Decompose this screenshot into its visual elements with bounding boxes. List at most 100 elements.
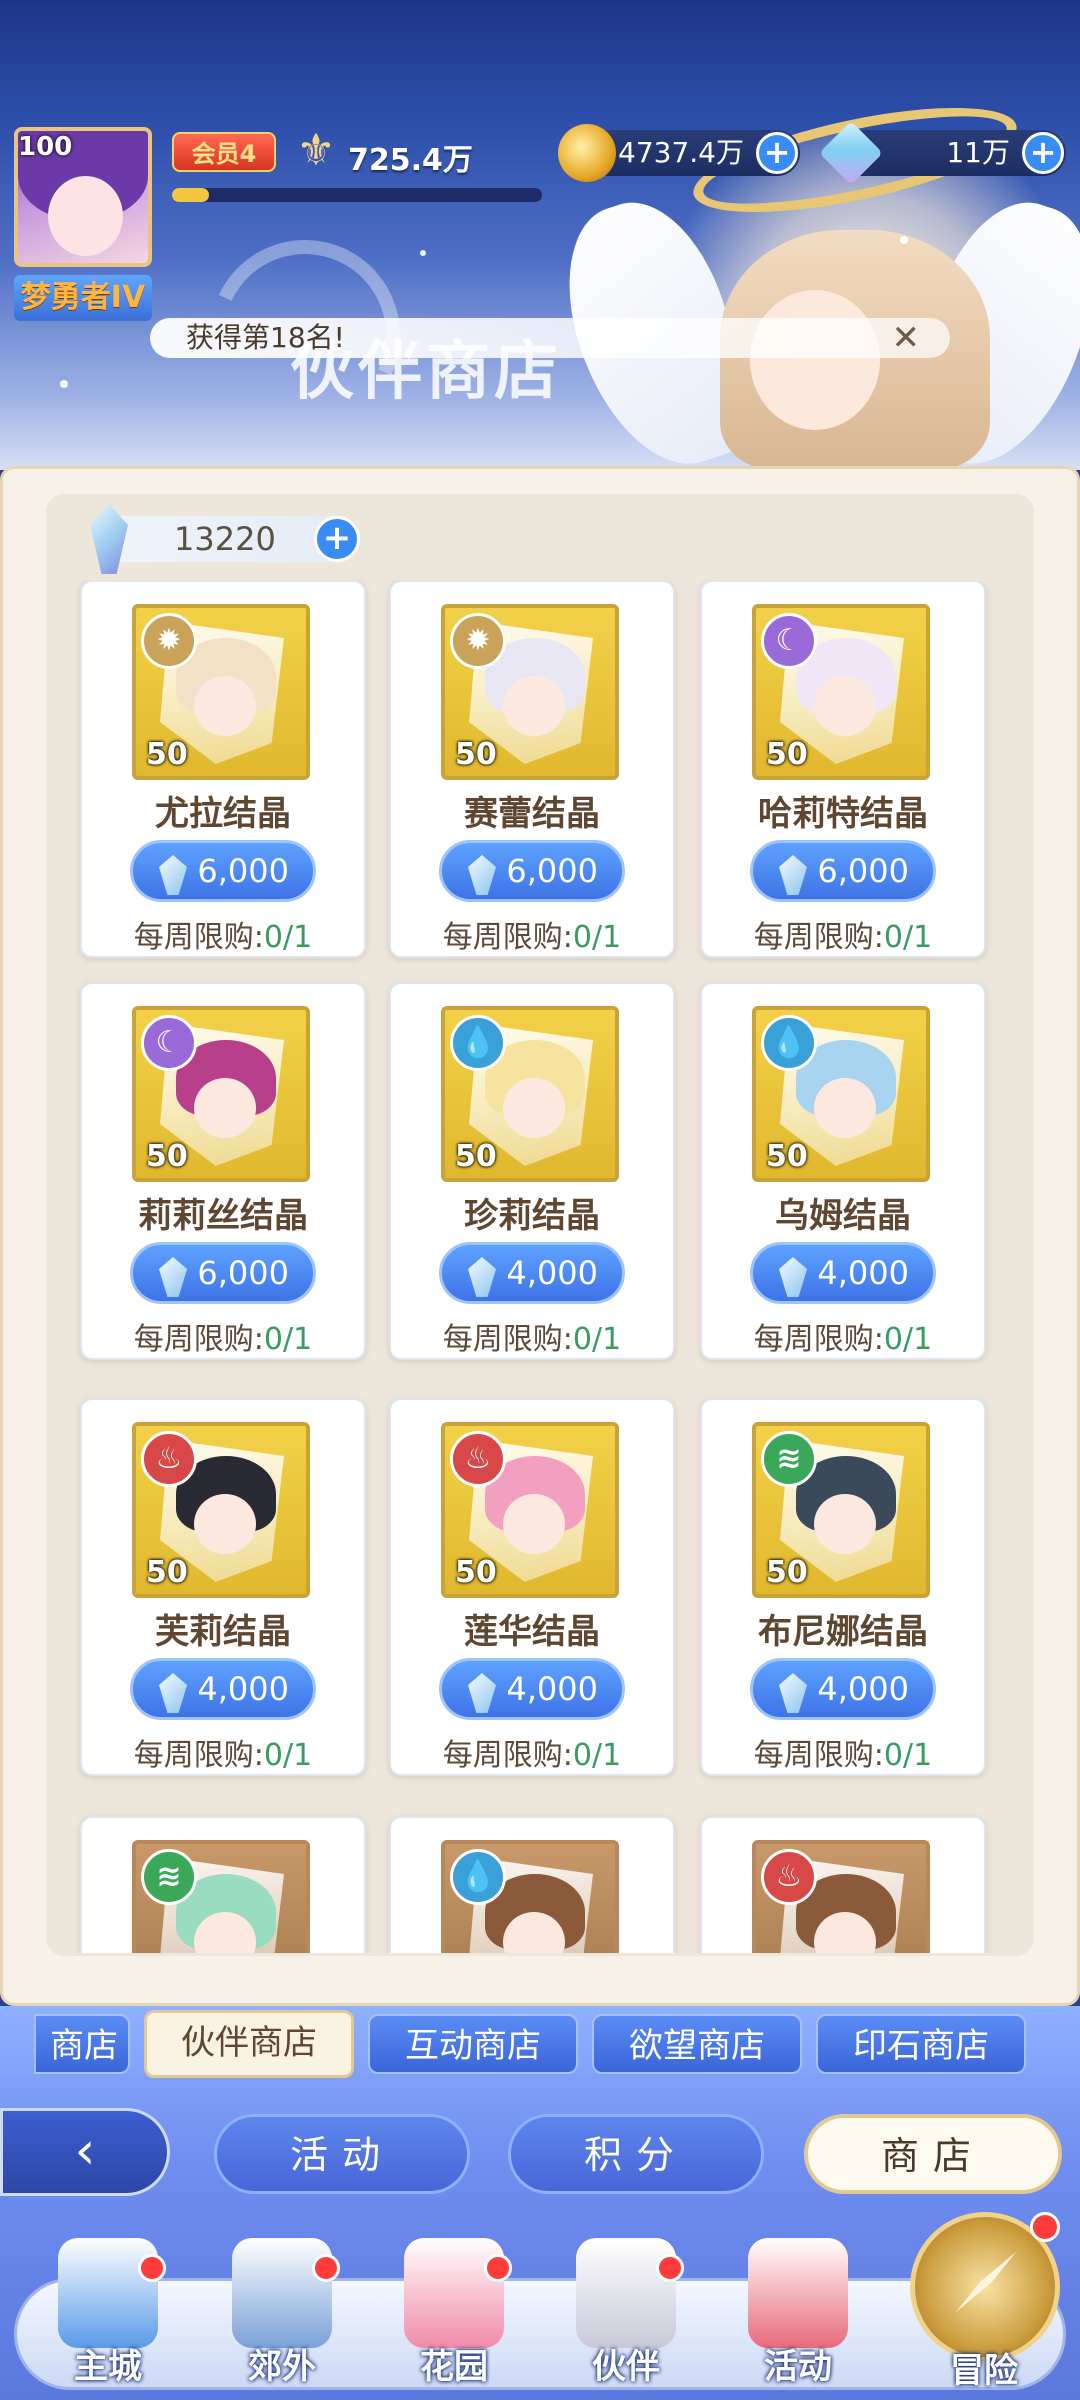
character-face: [814, 1078, 876, 1138]
shop-item-card[interactable]: 💧: [389, 1816, 675, 1953]
avatar-face: [48, 176, 123, 256]
shop-item-card[interactable]: ☾ 50 莉莉丝结晶 6,000 每周限购:0/1: [80, 982, 366, 1360]
weekly-limit-label: 每周限购:: [133, 1738, 264, 1773]
shop-item-grid[interactable]: ✹ 50 尤拉结晶 6,000 每周限购:0/1 ✹ 50 赛蕾结晶 6,000: [48, 580, 1032, 1953]
shop-item-card[interactable]: 💧 50 珍莉结晶 4,000 每周限购:0/1: [389, 982, 675, 1360]
buy-button[interactable]: 4,000: [750, 1242, 936, 1304]
character-face: [503, 676, 565, 736]
item-price: 4,000: [197, 1670, 289, 1708]
tab-desire-shop[interactable]: 欲望商店: [592, 2014, 802, 2074]
moon-element-icon: ☾: [761, 613, 817, 669]
water-element-icon: 💧: [450, 1015, 506, 1071]
buy-button[interactable]: 6,000: [130, 840, 316, 902]
shop-item-card[interactable]: ≋ 50 布尼娜结晶 4,000 每周限购:0/1: [700, 1398, 986, 1776]
dock-item-icon: [232, 2238, 332, 2348]
buy-button[interactable]: 6,000: [750, 840, 936, 902]
tab-partner-shop[interactable]: 伙伴商店: [144, 2010, 354, 2078]
crystal-icon: [468, 1257, 496, 1297]
dock-item-label: 伙伴: [592, 2347, 660, 2387]
player-rank-title[interactable]: 梦勇者IV: [14, 275, 152, 321]
item-level: 50: [766, 1555, 808, 1590]
gem-value: 11万: [946, 136, 1010, 169]
notification-dot: [656, 2254, 684, 2282]
crystal-balance: 13220 +: [90, 504, 360, 574]
buy-button[interactable]: 6,000: [439, 840, 625, 902]
light-element-icon: ✹: [450, 613, 506, 669]
dock-item[interactable]: 活动: [718, 2218, 878, 2400]
item-portrait: ☾ 50: [132, 1006, 310, 1182]
item-portrait: ♨ 50: [441, 1422, 619, 1598]
weekly-limit: 每周限购:0/1: [702, 1730, 984, 1774]
crystal-icon: [159, 855, 187, 895]
add-gem-button[interactable]: +: [1022, 132, 1064, 174]
shop-item-card[interactable]: ♨ 50 莲华结晶 4,000 每周限购:0/1: [389, 1398, 675, 1776]
tab-shop[interactable]: 商店: [34, 2014, 130, 2074]
combat-power-icon: ⚜: [296, 125, 336, 176]
notification-dot: [138, 2254, 166, 2282]
add-gold-button[interactable]: +: [756, 132, 798, 174]
weekly-limit-label: 每周限购:: [753, 920, 884, 955]
item-price: 6,000: [817, 852, 909, 890]
weekly-limit: 每周限购:0/1: [82, 1314, 364, 1358]
dock-item-label: 主城: [74, 2347, 142, 2387]
buy-button[interactable]: 4,000: [750, 1658, 936, 1720]
item-level: 50: [766, 737, 808, 772]
close-icon[interactable]: ✕: [892, 318, 921, 358]
shop-item-card[interactable]: 💧 50 乌姆结晶 4,000 每周限购:0/1: [700, 982, 986, 1360]
notification-dot: [484, 2254, 512, 2282]
gem-resource: 11万 +: [819, 121, 1066, 185]
tab-interaction-shop[interactable]: 互动商店: [368, 2014, 578, 2074]
angel-face: [750, 290, 880, 430]
gold-coin-icon: [558, 124, 616, 182]
dock-item[interactable]: 郊外: [202, 2218, 362, 2400]
light-element-icon: ✹: [141, 613, 197, 669]
character-face: [503, 1078, 565, 1138]
weekly-limit: 每周限购:0/1: [702, 912, 984, 956]
tab-seal-stone-shop[interactable]: 印石商店: [816, 2014, 1026, 2074]
item-name: 莲华结晶: [464, 1612, 600, 1652]
item-portrait: ✹ 50: [132, 604, 310, 780]
dock-item[interactable]: 花园: [374, 2218, 534, 2400]
dock-item-icon: [748, 2238, 848, 2348]
shop-item-card[interactable]: ☾ 50 哈莉特结晶 6,000 每周限购:0/1: [700, 580, 986, 958]
item-name: 珍莉结晶: [464, 1196, 600, 1236]
dock-item-label: 花园: [420, 2347, 488, 2387]
add-crystal-button[interactable]: +: [314, 516, 360, 562]
item-portrait: ≋: [132, 1840, 310, 1953]
weekly-limit-count: 0/1: [263, 920, 313, 955]
shop-item-card[interactable]: ✹ 50 尤拉结晶 6,000 每周限购:0/1: [80, 580, 366, 958]
player-level: 100: [18, 132, 73, 162]
vip-badge[interactable]: 会员4: [172, 132, 276, 172]
buy-button[interactable]: 4,000: [130, 1658, 316, 1720]
dock-item[interactable]: 主城: [28, 2218, 188, 2400]
adventure-button[interactable]: 冒险: [906, 2212, 1062, 2392]
back-button[interactable]: ‹: [0, 2108, 170, 2196]
item-price: 6,000: [197, 852, 289, 890]
item-price: 4,000: [506, 1254, 598, 1292]
shop-item-card[interactable]: ♨: [700, 1816, 986, 1953]
weekly-limit-label: 每周限购:: [753, 1738, 884, 1773]
crystal-icon: [159, 1673, 187, 1713]
activity-button[interactable]: 活动: [214, 2114, 470, 2194]
weekly-limit-count: 0/1: [572, 1322, 622, 1357]
points-button[interactable]: 积分: [508, 2114, 764, 2194]
buy-button[interactable]: 6,000: [130, 1242, 316, 1304]
shop-item-card[interactable]: ♨ 50 芙莉结晶 4,000 每周限购:0/1: [80, 1398, 366, 1776]
weekly-limit-label: 每周限购:: [133, 1322, 264, 1357]
weekly-limit: 每周限购:0/1: [391, 912, 673, 956]
weekly-limit-label: 每周限购:: [442, 1738, 573, 1773]
weekly-limit: 每周限购:0/1: [82, 912, 364, 956]
crystal-balance-value: 13220: [174, 520, 276, 558]
dock-item[interactable]: 伙伴: [546, 2218, 706, 2400]
buy-button[interactable]: 4,000: [439, 1242, 625, 1304]
buy-button[interactable]: 4,000: [439, 1658, 625, 1720]
crystal-icon: [779, 855, 807, 895]
item-portrait: 💧 50: [752, 1006, 930, 1182]
item-level: 50: [146, 1139, 188, 1174]
shop-item-card[interactable]: ✹ 50 赛蕾结晶 6,000 每周限购:0/1: [389, 580, 675, 958]
fire-element-icon: ♨: [141, 1431, 197, 1487]
item-level: 50: [455, 1555, 497, 1590]
item-name: 布尼娜结晶: [758, 1612, 928, 1652]
shop-item-card[interactable]: ≋: [80, 1816, 366, 1953]
shop-button[interactable]: 商店: [804, 2114, 1062, 2194]
